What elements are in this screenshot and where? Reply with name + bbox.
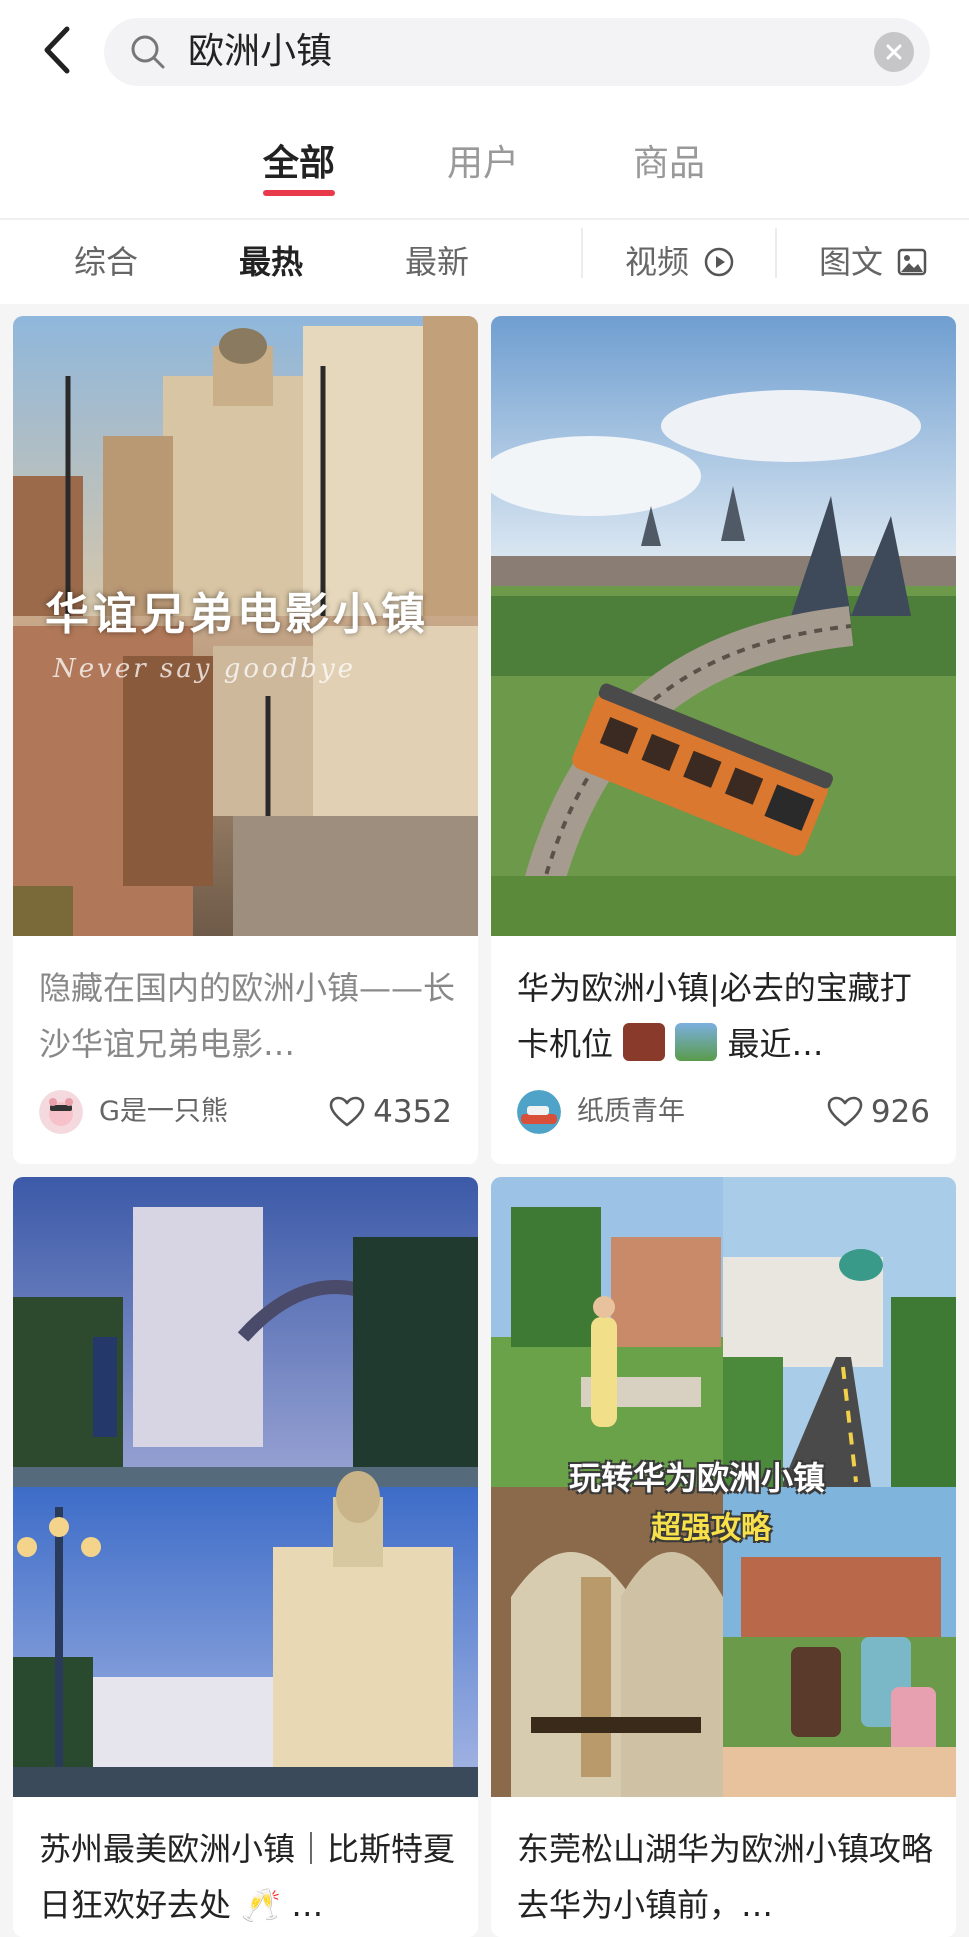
card-title-tail: … — [291, 1886, 324, 1924]
champagne-emoji-icon: 🥂 — [241, 1886, 282, 1924]
filter-video[interactable]: 视频 — [625, 220, 735, 304]
card-meta: 纸质青年 926 — [517, 1088, 930, 1136]
tab-products[interactable]: 商品 — [609, 134, 729, 186]
card-title: 华为欧洲小镇|必去的宝藏打卡机位 最近… — [517, 960, 936, 1072]
card-title: 东莞松山湖华为欧洲小镇攻略 去华为小镇前，… — [517, 1830, 934, 1924]
card-cover-image: 玩转华为欧洲小镇 超强攻略 — [491, 1177, 956, 1797]
close-icon — [886, 44, 902, 60]
train-emoji-icon — [623, 1023, 666, 1061]
heart-icon — [827, 1096, 863, 1127]
note-card[interactable]: 玩转华为欧洲小镇 超强攻略 东莞松山湖华为欧洲小镇攻略 去华为小镇前，… — [491, 1177, 956, 1937]
search-icon — [131, 35, 165, 69]
tab-all[interactable]: 全部 — [239, 134, 359, 186]
play-circle-icon — [704, 247, 734, 277]
like-count-value: 926 — [870, 1094, 930, 1130]
search-input[interactable] — [188, 18, 788, 86]
filter-image-text-label: 图文 — [819, 243, 884, 281]
back-button[interactable] — [28, 20, 84, 80]
cover-overlay-subtitle: 超强攻略 — [651, 1511, 771, 1546]
tab-users[interactable]: 用户 — [423, 134, 543, 186]
card-cover-image — [13, 1177, 478, 1797]
cover-overlay-title: 华谊兄弟电影小镇 — [45, 589, 429, 640]
avatar[interactable] — [39, 1090, 83, 1134]
note-card[interactable]: 华谊兄弟电影小镇 Never say goodbye 隐藏在国内的欧洲小镇——长… — [13, 316, 478, 1164]
filter-image-text[interactable]: 图文 — [819, 220, 927, 304]
clear-search-button[interactable] — [874, 32, 914, 72]
search-header — [0, 0, 969, 100]
like-count[interactable]: 926 — [827, 1088, 930, 1136]
author-name[interactable]: 纸质青年 — [577, 1088, 685, 1136]
filter-video-label: 视频 — [625, 243, 690, 281]
card-title-tail: 最近… — [727, 1025, 824, 1063]
card-cover-image: 华谊兄弟电影小镇 Never say goodbye — [13, 316, 478, 936]
card-title: 隐藏在国内的欧洲小镇——长沙华谊兄弟电影… — [39, 969, 456, 1063]
like-count-value: 4352 — [373, 1094, 452, 1130]
card-cover-illustration — [491, 316, 956, 936]
note-card[interactable]: 华为欧洲小镇|必去的宝藏打卡机位 最近… 纸质青年 926 — [491, 316, 956, 1164]
divider — [581, 228, 583, 278]
like-count[interactable]: 4352 — [329, 1088, 452, 1136]
filter-newest[interactable]: 最新 — [405, 220, 469, 304]
search-box[interactable] — [104, 18, 930, 86]
filter-bar: 综合 最热 最新 视频 图文 — [0, 220, 969, 304]
avatar[interactable] — [517, 1090, 561, 1134]
card-cover-image — [491, 316, 956, 936]
card-title: 苏州最美欧洲小镇｜比斯特夏日狂欢好去处 🥂 … — [39, 1821, 458, 1933]
active-tab-indicator — [263, 190, 335, 196]
image-icon — [897, 248, 927, 276]
chevron-left-icon — [44, 26, 70, 74]
card-cover-illustration — [13, 1177, 478, 1797]
card-meta: G是一只熊 4352 — [39, 1088, 452, 1136]
heart-icon — [329, 1096, 365, 1127]
filter-comprehensive[interactable]: 综合 — [74, 220, 138, 304]
cover-overlay-subtitle: Never say goodbye — [53, 654, 357, 684]
landscape-emoji-icon — [675, 1023, 718, 1061]
author-name[interactable]: G是一只熊 — [99, 1088, 228, 1136]
filter-hottest[interactable]: 最热 — [239, 220, 303, 304]
cover-overlay-title: 玩转华为欧洲小镇 — [569, 1459, 826, 1497]
divider — [775, 228, 777, 278]
main-tab-bar: 全部 用户 商品 — [0, 110, 969, 210]
note-card[interactable]: 苏州最美欧洲小镇｜比斯特夏日狂欢好去处 🥂 … — [13, 1177, 478, 1937]
